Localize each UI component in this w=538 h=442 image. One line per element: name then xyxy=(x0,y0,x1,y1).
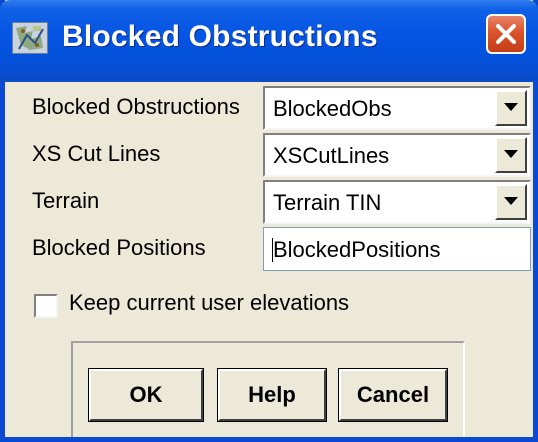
terrain-dropdown-button[interactable] xyxy=(495,184,527,220)
blocked-obstructions-value: BlockedObs xyxy=(273,96,392,121)
window-title: Blocked Obstructions xyxy=(62,20,378,53)
blocked-positions-label: Blocked Positions xyxy=(32,235,206,260)
button-group: OK Help Cancel xyxy=(71,341,465,437)
terrain-value: Terrain TIN xyxy=(273,190,382,215)
xs-cut-lines-label: XS Cut Lines xyxy=(32,141,161,166)
dialog-window: Blocked Obstructions Blocked Obstruction… xyxy=(0,0,538,442)
help-button[interactable]: Help xyxy=(217,368,327,422)
blocked-positions-input[interactable]: BlockedPositions xyxy=(263,227,531,271)
blocked-obstructions-dropdown[interactable]: BlockedObs xyxy=(263,86,531,130)
blocked-obstructions-label: Blocked Obstructions xyxy=(32,94,240,119)
chevron-down-icon xyxy=(504,197,518,205)
ok-button[interactable]: OK xyxy=(88,368,204,422)
title-bar[interactable]: Blocked Obstructions xyxy=(0,0,538,82)
map-layer-icon xyxy=(12,22,48,54)
blocked-obstructions-dropdown-button[interactable] xyxy=(495,90,527,126)
dialog-content: Blocked Obstructions BlockedObs XS Cut L… xyxy=(5,82,533,437)
terrain-label: Terrain xyxy=(32,188,100,213)
cancel-button[interactable]: Cancel xyxy=(338,368,448,422)
chevron-down-icon xyxy=(504,103,518,111)
xs-cut-lines-dropdown[interactable]: XSCutLines xyxy=(263,133,531,177)
chevron-down-icon xyxy=(504,150,518,158)
close-button[interactable] xyxy=(486,14,526,54)
terrain-dropdown[interactable]: Terrain TIN xyxy=(263,180,531,224)
close-icon xyxy=(496,24,516,44)
xs-cut-lines-value: XSCutLines xyxy=(273,143,390,168)
keep-elevations-label[interactable]: Keep current user elevations xyxy=(69,290,349,316)
blocked-positions-value: BlockedPositions xyxy=(273,237,441,262)
xs-cut-lines-dropdown-button[interactable] xyxy=(495,137,527,173)
keep-elevations-checkbox[interactable] xyxy=(34,294,58,318)
